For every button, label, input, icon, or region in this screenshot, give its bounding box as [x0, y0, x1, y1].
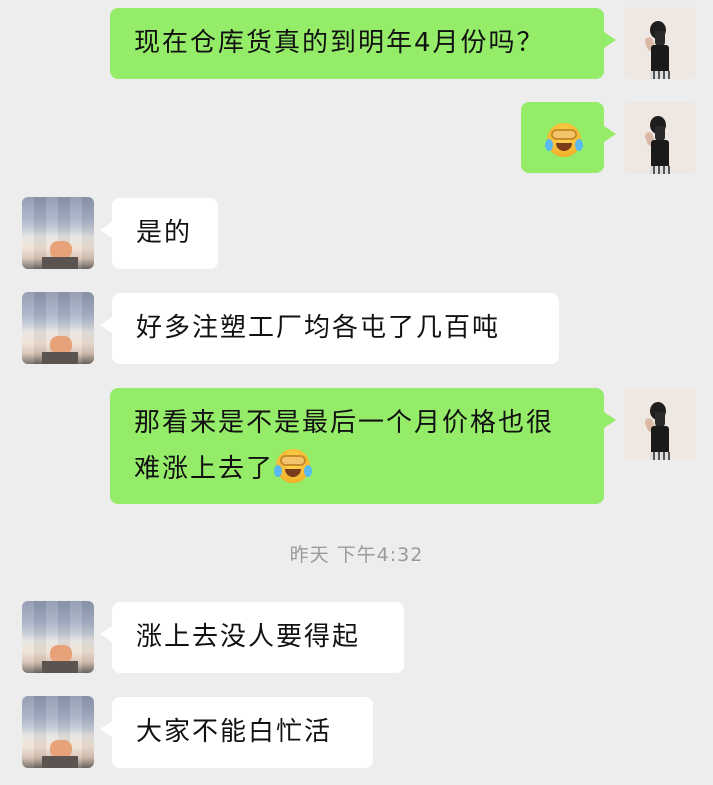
my-avatar[interactable]: [624, 388, 696, 460]
face-palm-crying-emoji: [545, 123, 583, 157]
face-palm-crying-emoji: [274, 449, 313, 483]
message-bubble-outgoing[interactable]: 那看来是不是最后一个月价格也很 难涨上去了: [110, 388, 616, 504]
message-text: 好多注塑工厂均各屯了几百吨: [136, 313, 501, 343]
timestamp-divider: 昨天 下午4:32: [289, 544, 424, 566]
message-text: 是的: [136, 218, 193, 248]
message-text-line: 那看来是不是最后一个月价格也很: [134, 408, 555, 438]
message-bubble-incoming[interactable]: 是的: [100, 198, 218, 269]
message-bubble-incoming[interactable]: 涨上去没人要得起: [100, 602, 404, 673]
message-text: 现在仓库货真的到明年4月份吗？: [134, 28, 545, 58]
message-text-line: 难涨上去了: [134, 454, 275, 484]
message-bubble-outgoing[interactable]: [521, 102, 616, 173]
message-text: 涨上去没人要得起: [136, 622, 361, 652]
my-avatar[interactable]: [624, 102, 696, 174]
contact-avatar[interactable]: [22, 292, 94, 364]
message-bubble-outgoing[interactable]: 现在仓库货真的到明年4月份吗？: [110, 8, 616, 79]
contact-avatar[interactable]: [22, 601, 94, 673]
message-bubble-incoming[interactable]: 大家不能白忙活: [100, 697, 373, 768]
contact-avatar[interactable]: [22, 197, 94, 269]
my-avatar[interactable]: [624, 7, 696, 79]
contact-avatar[interactable]: [22, 696, 94, 768]
chat-area: 现在仓库货真的到明年4月份吗？ 是的 好多注塑工厂均各屯了几百吨 那看来是不是最…: [0, 0, 713, 785]
message-text: 大家不能白忙活: [136, 717, 333, 747]
message-bubble-incoming[interactable]: 好多注塑工厂均各屯了几百吨: [100, 293, 559, 364]
